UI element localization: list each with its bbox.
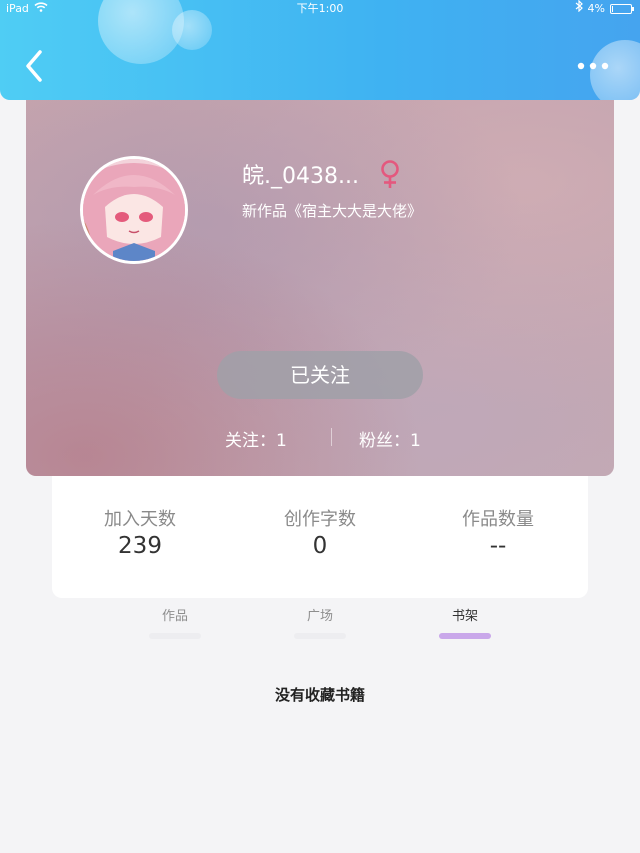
stat-label: 作品数量 [462,509,534,530]
following-count[interactable]: 关注：1 [225,426,287,451]
stat-word-count: 创作字数 0 [230,508,410,560]
tab-label: 书架 [451,609,478,624]
top-header: iPad 下午1:00 4% [0,0,640,100]
stats-card: 加入天数 239 创作字数 0 作品数量 -- [52,460,588,598]
stat-value: 239 [118,533,162,559]
tab-indicator [294,633,346,639]
tab-indicator [439,633,491,639]
stat-label: 加入天数 [104,509,176,530]
tab-works[interactable]: 作品 [125,605,225,639]
stat-value: -- [489,533,507,559]
follow-stats: 关注：1 粉丝：1 [26,426,614,451]
fans-count[interactable]: 粉丝：1 [359,426,421,451]
content-tabs: 作品 广场 书架 [0,600,640,640]
new-work-link[interactable]: 新作品《宿主大大是大佬》 [242,200,422,221]
tab-square[interactable]: 广场 [270,605,370,639]
divider [331,428,332,446]
battery-icon [610,4,634,14]
anime-girl-avatar-image [83,159,185,261]
tab-label: 作品 [161,609,188,624]
stat-join-days: 加入天数 239 [50,508,230,560]
stat-label: 创作字数 [284,509,356,530]
battery-percent: 4% [587,2,605,15]
tab-indicator [149,633,201,639]
back-button[interactable] [18,46,50,86]
stat-works-count: 作品数量 -- [408,508,588,560]
stat-value: 0 [312,533,328,559]
avatar[interactable] [80,156,188,264]
username-row: 皖._0438... [242,158,401,190]
follow-button[interactable]: 已关注 [217,351,423,399]
tab-label: 广场 [306,609,333,624]
battery-level [612,6,613,12]
more-dots-icon [577,62,609,70]
username: 皖._0438... [242,164,359,189]
chevron-left-icon [26,50,42,82]
status-bar: iPad 下午1:00 4% [0,0,640,18]
more-options-button[interactable] [572,52,616,80]
female-gender-icon [379,159,401,189]
tab-bookshelf[interactable]: 书架 [415,605,515,639]
bluetooth-icon [575,0,583,18]
status-time: 下午1:00 [296,2,344,15]
user-profile-page: iPad 下午1:00 4% 皖._0438... 新作品《宿主大大是大佬》 已… [0,0,640,853]
empty-state-message: 没有收藏书籍 [274,686,365,704]
profile-card: 皖._0438... 新作品《宿主大大是大佬》 已关注 关注：1 粉丝：1 [26,86,614,476]
